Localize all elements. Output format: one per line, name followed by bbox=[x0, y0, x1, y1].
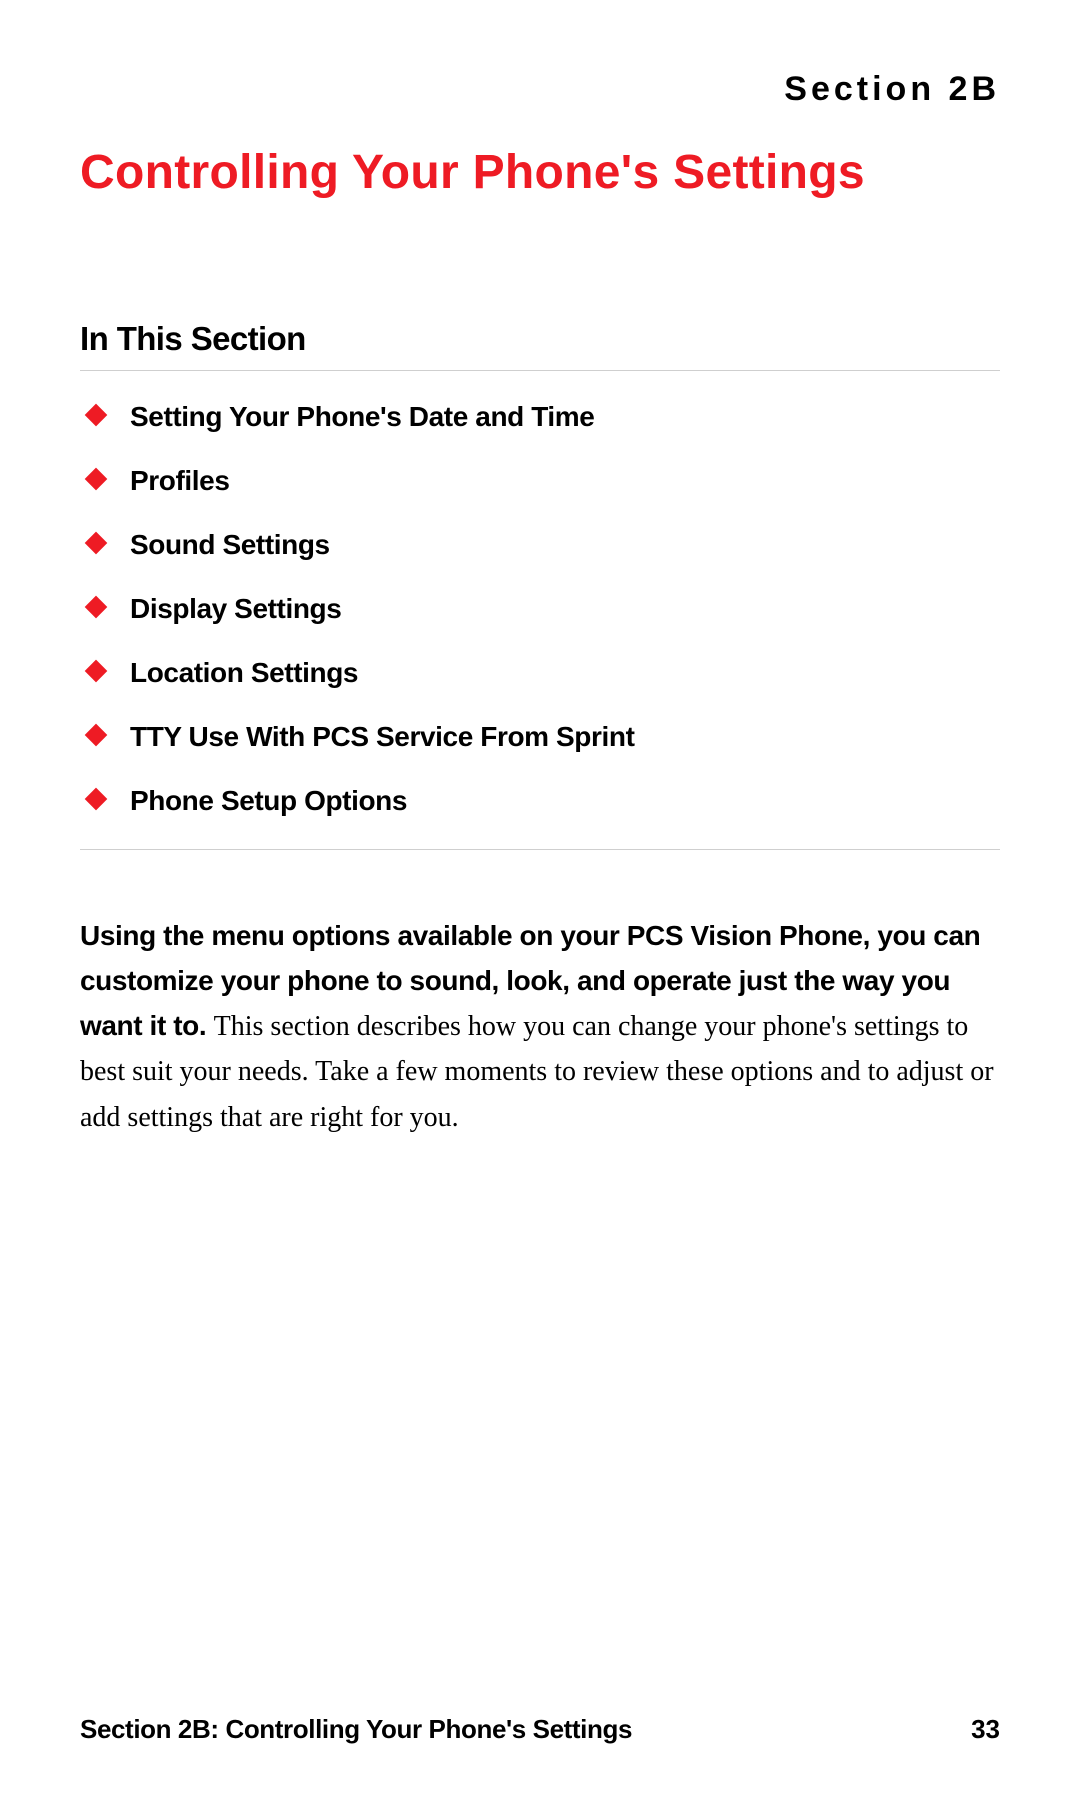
subsection-title: In This Section bbox=[80, 320, 1000, 371]
list-item: Location Settings bbox=[88, 657, 1000, 689]
list-item: Setting Your Phone's Date and Time bbox=[88, 401, 1000, 433]
list-item-label: Location Settings bbox=[130, 657, 358, 689]
diamond-icon bbox=[85, 660, 108, 683]
list-item-label: Setting Your Phone's Date and Time bbox=[130, 401, 594, 433]
list-item-label: Display Settings bbox=[130, 593, 341, 625]
list-item: Display Settings bbox=[88, 593, 1000, 625]
section-label: Section 2B bbox=[80, 70, 1000, 109]
toc-list: Setting Your Phone's Date and Time Profi… bbox=[80, 401, 1000, 817]
list-item-label: Profiles bbox=[130, 465, 230, 497]
diamond-icon bbox=[85, 788, 108, 811]
footer-section-label: Section 2B: Controlling Your Phone's Set… bbox=[80, 1714, 632, 1745]
body-paragraph: Using the menu options available on your… bbox=[80, 914, 1000, 1141]
list-item: Profiles bbox=[88, 465, 1000, 497]
divider bbox=[80, 849, 1000, 850]
diamond-icon bbox=[85, 404, 108, 427]
list-item-label: Phone Setup Options bbox=[130, 785, 407, 817]
list-item: TTY Use With PCS Service From Sprint bbox=[88, 721, 1000, 753]
page-footer: Section 2B: Controlling Your Phone's Set… bbox=[80, 1714, 1000, 1745]
list-item-label: TTY Use With PCS Service From Sprint bbox=[130, 721, 635, 753]
body-text: This section describes how you can chang… bbox=[80, 1011, 994, 1134]
diamond-icon bbox=[85, 724, 108, 747]
list-item-label: Sound Settings bbox=[130, 529, 330, 561]
diamond-icon bbox=[85, 468, 108, 491]
page-number: 33 bbox=[971, 1714, 1000, 1745]
list-item: Phone Setup Options bbox=[88, 785, 1000, 817]
diamond-icon bbox=[85, 596, 108, 619]
page-title: Controlling Your Phone's Settings bbox=[80, 145, 1000, 200]
diamond-icon bbox=[85, 532, 108, 555]
list-item: Sound Settings bbox=[88, 529, 1000, 561]
